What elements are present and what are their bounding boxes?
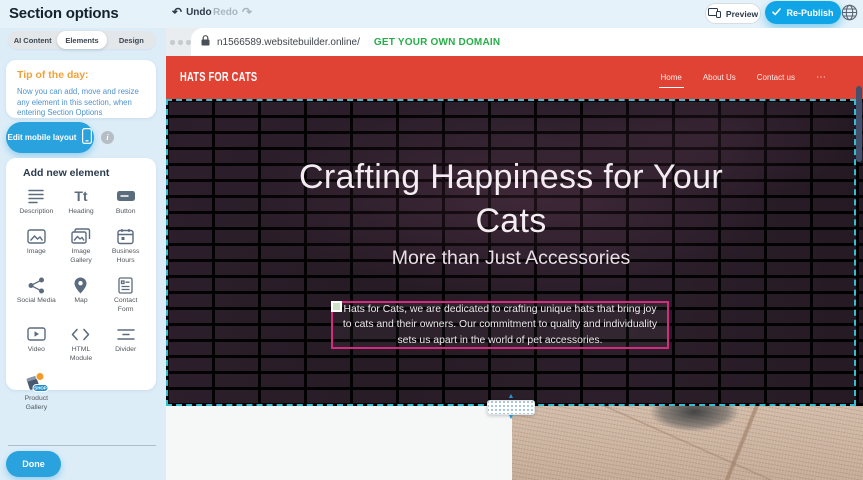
sidebar-divider bbox=[8, 445, 156, 446]
tip-of-the-day-card: Tip of the day: Now you can add, move an… bbox=[6, 60, 156, 118]
next-section-blank[interactable] bbox=[166, 406, 512, 480]
hero-subheading[interactable]: More than Just Accessories bbox=[166, 247, 856, 270]
browser-chrome: n1566589.websitebuilder.online/ GET YOUR… bbox=[166, 28, 863, 56]
add-new-element-card: Add new element Description Tt Heading bbox=[6, 158, 156, 390]
preview-button[interactable]: Preview bbox=[705, 3, 761, 24]
sidebar-tabs: AI Content Elements Design bbox=[8, 31, 156, 49]
done-button[interactable]: Done bbox=[6, 451, 61, 477]
element-item-social-media[interactable]: Social Media bbox=[14, 275, 59, 314]
page-title: Section options bbox=[9, 5, 119, 22]
social-media-icon bbox=[28, 275, 45, 295]
site-nav: Home About Us Contact us ⋯ bbox=[661, 56, 828, 99]
heading-icon: Tt bbox=[74, 186, 87, 206]
nav-item-about[interactable]: About Us bbox=[703, 73, 736, 82]
redo-icon: ↷ bbox=[242, 6, 252, 18]
element-item-map[interactable]: Map bbox=[59, 275, 104, 314]
preview-label: Preview bbox=[726, 9, 758, 19]
website-canvas: HATS FOR CATS Home About Us Contact us ⋯… bbox=[166, 56, 863, 480]
undo-label: Undo bbox=[186, 7, 212, 18]
top-toolbar: Section options ↶ Undo Redo ↷ Preview bbox=[0, 0, 863, 28]
tip-body: Now you can add, move and resize any ele… bbox=[17, 87, 145, 119]
section-resize-handle[interactable]: ▲ ▼ bbox=[488, 394, 534, 421]
check-icon bbox=[772, 8, 781, 18]
edit-mobile-layout-label: Edit mobile layout bbox=[8, 133, 77, 142]
preview-pane: n1566589.websitebuilder.online/ GET YOUR… bbox=[166, 28, 863, 480]
site-url: n1566589.websitebuilder.online/ bbox=[217, 37, 360, 48]
edit-mobile-layout-button[interactable]: Edit mobile layout bbox=[6, 122, 94, 153]
shop-badge-text: SHOP bbox=[35, 386, 48, 391]
element-item-heading[interactable]: Tt Heading bbox=[59, 186, 104, 216]
element-item-button[interactable]: Button bbox=[103, 186, 148, 216]
nav-more-icon[interactable]: ⋯ bbox=[816, 72, 827, 83]
hero-text-element[interactable]: Hats for Cats, we are dedicated to craft… bbox=[331, 301, 669, 349]
product-gallery-icon: SHOP bbox=[23, 373, 49, 393]
nav-item-contact[interactable]: Contact us bbox=[757, 73, 795, 82]
address-bar[interactable]: n1566589.websitebuilder.online/ GET YOUR… bbox=[191, 28, 863, 56]
republish-button[interactable]: Re-Publish bbox=[765, 1, 841, 24]
window-dots-icon bbox=[170, 40, 191, 45]
info-icon[interactable]: i bbox=[101, 131, 114, 144]
hero-section[interactable]: Crafting Happiness for Your Cats More th… bbox=[166, 99, 863, 406]
video-icon bbox=[27, 324, 46, 344]
lock-icon bbox=[201, 33, 210, 51]
app-root: Section options ↶ Undo Redo ↷ Preview bbox=[0, 0, 863, 480]
hero-heading[interactable]: Crafting Happiness for Your Cats bbox=[166, 155, 856, 243]
site-header[interactable]: HATS FOR CATS Home About Us Contact us ⋯ bbox=[166, 56, 863, 99]
republish-label: Re-Publish bbox=[786, 8, 833, 18]
element-item-product-gallery[interactable]: SHOP Product Gallery bbox=[14, 373, 59, 412]
redo-label: Redo bbox=[213, 7, 238, 18]
resize-arrow-down-icon: ▼ bbox=[508, 415, 515, 421]
element-item-description[interactable]: Description bbox=[14, 186, 59, 216]
image-icon bbox=[27, 226, 46, 246]
devices-icon bbox=[708, 8, 721, 20]
redo-button[interactable]: Redo ↷ bbox=[213, 6, 252, 18]
divider-icon bbox=[117, 324, 135, 344]
phone-icon bbox=[82, 128, 92, 146]
language-globe-icon[interactable] bbox=[841, 4, 858, 21]
element-item-html-module[interactable]: HTML Module bbox=[59, 324, 104, 363]
element-item-business-hours[interactable]: Business Hours bbox=[103, 226, 148, 265]
resize-grip[interactable] bbox=[487, 400, 535, 415]
tab-ai-content[interactable]: AI Content bbox=[8, 31, 57, 49]
element-grid: Description Tt Heading Button bbox=[14, 186, 148, 412]
tab-elements[interactable]: Elements bbox=[57, 31, 106, 49]
undo-button[interactable]: ↶ Undo bbox=[172, 6, 212, 18]
hero-body-text: Hats for Cats, we are dedicated to craft… bbox=[339, 302, 661, 349]
element-item-image-gallery[interactable]: Image Gallery bbox=[59, 226, 104, 265]
html-module-icon bbox=[71, 324, 90, 344]
contact-form-icon bbox=[118, 275, 133, 295]
button-icon bbox=[116, 186, 136, 206]
element-item-divider[interactable]: Divider bbox=[103, 324, 148, 363]
element-item-video[interactable]: Video bbox=[14, 324, 59, 363]
business-hours-icon bbox=[117, 226, 134, 246]
section-options-sidebar: AI Content Elements Design Tip of the da… bbox=[0, 28, 166, 480]
description-icon bbox=[27, 186, 45, 206]
site-logo[interactable]: HATS FOR CATS bbox=[180, 69, 257, 84]
element-item-contact-form[interactable]: Contact Form bbox=[103, 275, 148, 314]
undo-icon: ↶ bbox=[172, 6, 182, 18]
preview-scrollbar[interactable] bbox=[856, 86, 862, 162]
tab-design[interactable]: Design bbox=[107, 31, 156, 49]
add-new-element-title: Add new element bbox=[23, 167, 109, 179]
get-own-domain-link[interactable]: GET YOUR OWN DOMAIN bbox=[374, 37, 500, 48]
mobile-layout-row: Edit mobile layout i bbox=[6, 121, 114, 153]
nav-item-home[interactable]: Home bbox=[661, 73, 682, 82]
element-drag-handle[interactable] bbox=[331, 301, 342, 312]
element-item-image[interactable]: Image bbox=[14, 226, 59, 265]
tip-title: Tip of the day: bbox=[17, 69, 89, 81]
next-section-image[interactable] bbox=[512, 406, 863, 480]
image-gallery-icon bbox=[71, 226, 91, 246]
map-pin-icon bbox=[74, 275, 87, 295]
